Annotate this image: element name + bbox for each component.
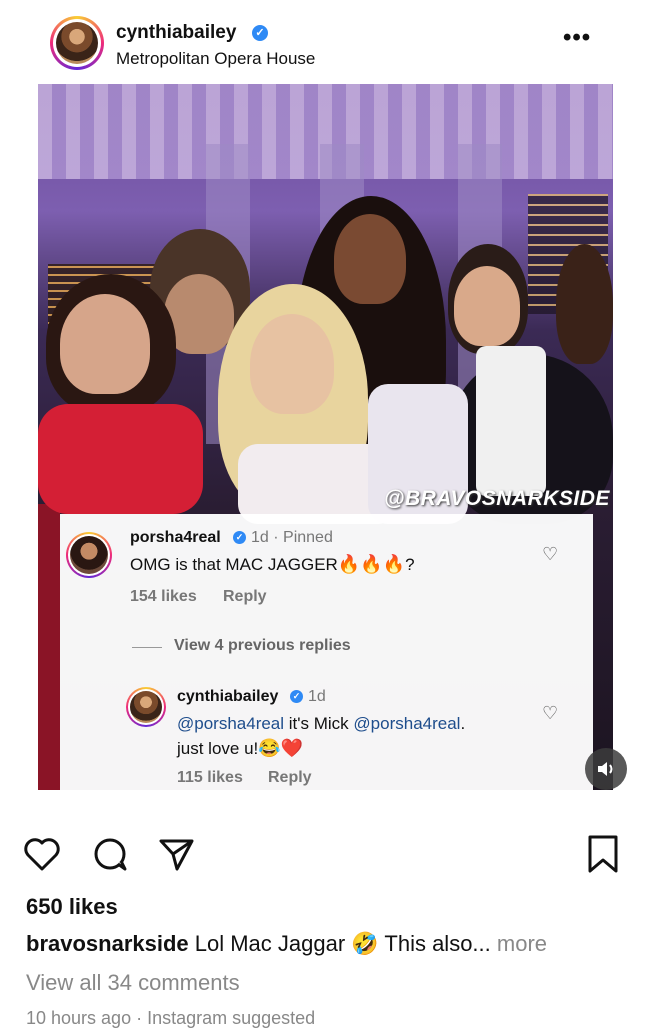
profile-avatar[interactable]: [50, 16, 104, 70]
comment-reply-button[interactable]: Reply: [223, 588, 267, 606]
comment-meta: 1d · Pinned: [251, 529, 333, 546]
mention-link[interactable]: @porsha4real: [353, 714, 460, 733]
fire-emoji: 🔥🔥🔥: [337, 554, 406, 574]
bookmark-icon[interactable]: [584, 834, 624, 874]
verified-badge-icon: ✓: [233, 531, 246, 544]
post-caption: bravosnarkside Lol Mac Jaggar 🤣 This als…: [26, 931, 548, 956]
rofl-emoji: 🤣: [351, 931, 379, 956]
post-header: cynthiabailey ✓ Metropolitan Opera House…: [0, 0, 651, 86]
likes-count[interactable]: 650 likes: [26, 894, 118, 920]
comment-likes[interactable]: 154 likes: [130, 588, 197, 606]
reply-reply-button[interactable]: Reply: [268, 769, 312, 787]
view-all-comments-link[interactable]: View all 34 comments: [26, 970, 240, 996]
comment-icon[interactable]: [90, 834, 130, 874]
view-previous-replies-link[interactable]: View 4 previous replies: [174, 637, 351, 655]
caption-username[interactable]: bravosnarkside: [26, 931, 189, 956]
reply-likes[interactable]: 115 likes: [177, 769, 243, 787]
verified-badge-icon: ✓: [252, 25, 268, 41]
comment-like-heart-icon[interactable]: ♡: [542, 545, 560, 563]
share-icon[interactable]: [156, 834, 196, 874]
caption-more-link[interactable]: more: [491, 931, 547, 956]
mention-link[interactable]: @porsha4real: [177, 714, 284, 733]
reply-avatar[interactable]: [126, 687, 166, 727]
commenter-avatar[interactable]: [66, 532, 112, 578]
verified-badge-icon: ✓: [290, 690, 303, 703]
more-options-button[interactable]: •••: [563, 26, 591, 50]
comment-username[interactable]: porsha4real: [130, 529, 221, 547]
reply-username[interactable]: cynthiabailey: [177, 688, 278, 706]
post-timestamp: 10 hours ago · Instagram suggested: [26, 1008, 316, 1028]
speaker-icon[interactable]: [585, 748, 627, 790]
post-username[interactable]: cynthiabailey: [116, 22, 236, 44]
comment-text: OMG is that MAC JAGGER🔥🔥🔥?: [130, 554, 415, 574]
reply-time: 1d: [308, 688, 326, 705]
reply-like-heart-icon[interactable]: ♡: [542, 704, 560, 722]
heart-icon[interactable]: [22, 834, 62, 874]
watermark: @BRAVOSNARKSIDE: [384, 487, 610, 510]
reply-text: @porsha4real it's Mick @porsha4real. just…: [177, 714, 466, 758]
post-location[interactable]: Metropolitan Opera House: [116, 49, 315, 69]
